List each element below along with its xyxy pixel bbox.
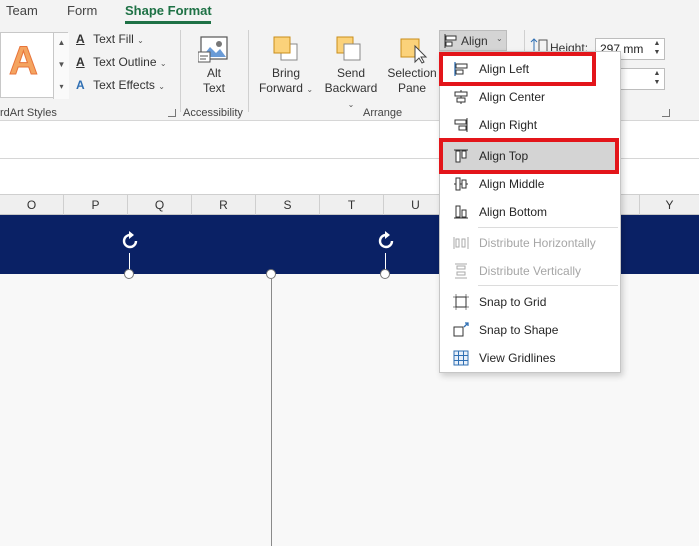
height-spinner[interactable]: ▲ ▼ (650, 39, 664, 59)
rotate-handle-icon[interactable] (118, 229, 142, 253)
rotate-handle-icon[interactable] (374, 229, 398, 253)
menu-item-view-gridlines[interactable]: View Gridlines (441, 344, 619, 372)
column-header-q[interactable]: Q (128, 195, 192, 215)
menu-item-align-bottom[interactable]: Align Bottom (441, 198, 619, 226)
distribute-vertically-icon (455, 263, 467, 279)
align-center-icon (454, 90, 468, 104)
text-outline-button[interactable]: A Text Outline ⌄ (76, 55, 167, 69)
view-gridlines-icon (453, 350, 469, 366)
arrange-group-label: Arrange (363, 107, 403, 119)
gallery-more-button[interactable]: ▾ (53, 77, 69, 99)
menu-item-align-middle[interactable]: Align Middle (441, 170, 619, 198)
menu-item-distribute-horizontally[interactable]: Distribute Horizontally (441, 229, 619, 257)
align-dropdown-menu: Align Left Align Center Align Right Alig… (439, 51, 621, 373)
size-dialog-launcher-icon[interactable] (662, 109, 670, 117)
highlight-box-align-top (439, 138, 619, 174)
tab-form[interactable]: Form (67, 3, 97, 18)
menu-item-snap-to-shape[interactable]: Snap to Shape (441, 316, 619, 344)
send-backward-icon (336, 36, 361, 61)
align-middle-icon (454, 177, 468, 191)
menu-divider (478, 227, 618, 228)
distribute-horizontally-icon (453, 237, 469, 249)
align-right-icon (454, 118, 468, 132)
chevron-down-icon: ⌄ (159, 59, 167, 68)
column-header-p[interactable]: P (64, 195, 128, 215)
menu-divider (478, 285, 618, 286)
snap-to-shape-icon (453, 322, 469, 337)
gallery-scroll-up-button[interactable]: ▲ (53, 33, 69, 55)
resize-handle[interactable] (380, 269, 390, 279)
chevron-down-icon: ⌄ (306, 85, 314, 94)
alt-text-button[interactable]: Alt Text (196, 32, 232, 102)
tab-shape-format[interactable]: Shape Format (125, 3, 212, 18)
bring-forward-button[interactable]: Bring Forward ⌄ (259, 32, 313, 102)
wordart-styles-group-label: rdArt Styles (0, 107, 57, 119)
wordart-style-preview[interactable]: A (9, 39, 39, 84)
resize-handle[interactable] (124, 269, 134, 279)
text-fill-icon: A (76, 32, 85, 46)
send-backward-button[interactable]: Send Backward ⌄ (325, 32, 377, 109)
text-effects-button[interactable]: A Text Effects ⌄ (76, 78, 165, 92)
menu-item-snap-to-grid[interactable]: Snap to Grid (441, 288, 619, 316)
column-header-y[interactable]: Y (640, 195, 699, 215)
connector-line[interactable] (271, 279, 272, 546)
tab-team[interactable]: Team (6, 3, 38, 18)
bring-forward-icon (273, 36, 298, 61)
group-divider (180, 30, 181, 112)
align-icon (444, 34, 457, 48)
ribbon-tab-bar: Team Form Shape Format (0, 0, 699, 24)
wordart-styles-gallery[interactable]: A ▲ ▼ ▾ (0, 32, 69, 99)
snap-to-grid-icon (453, 294, 469, 310)
width-spinner[interactable]: ▲ ▼ (650, 69, 664, 89)
menu-item-distribute-vertically[interactable]: Distribute Vertically (441, 257, 619, 285)
selection-pane-icon (400, 38, 428, 64)
align-bottom-icon (454, 205, 468, 219)
column-header-t[interactable]: T (320, 195, 384, 215)
text-fill-button[interactable]: A Text Fill ⌄ (76, 32, 144, 46)
menu-item-align-right[interactable]: Align Right (441, 111, 619, 139)
text-outline-icon: A (76, 55, 85, 69)
chevron-down-icon: ⌄ (158, 82, 165, 91)
text-effects-icon: A (76, 78, 85, 92)
column-header-r[interactable]: R (192, 195, 256, 215)
selection-pane-button[interactable]: Selection Pane (387, 32, 437, 102)
chevron-down-icon: ⌄ (496, 34, 503, 43)
resize-handle[interactable] (266, 269, 276, 279)
group-divider (248, 30, 249, 112)
alt-text-icon (198, 36, 228, 63)
align-dropdown-button[interactable]: Align ⌄ (439, 30, 507, 51)
chevron-down-icon: ⌄ (137, 36, 144, 45)
menu-item-align-center[interactable]: Align Center (441, 83, 619, 111)
highlight-box-align-left (439, 52, 596, 86)
wordart-dialog-launcher-icon[interactable] (168, 109, 176, 117)
accessibility-group-label: Accessibility (183, 107, 243, 119)
column-header-s[interactable]: S (256, 195, 320, 215)
gallery-scroll-down-button[interactable]: ▼ (53, 55, 69, 77)
column-header-o[interactable]: O (0, 195, 64, 215)
chevron-down-icon: ⌄ (347, 100, 355, 109)
